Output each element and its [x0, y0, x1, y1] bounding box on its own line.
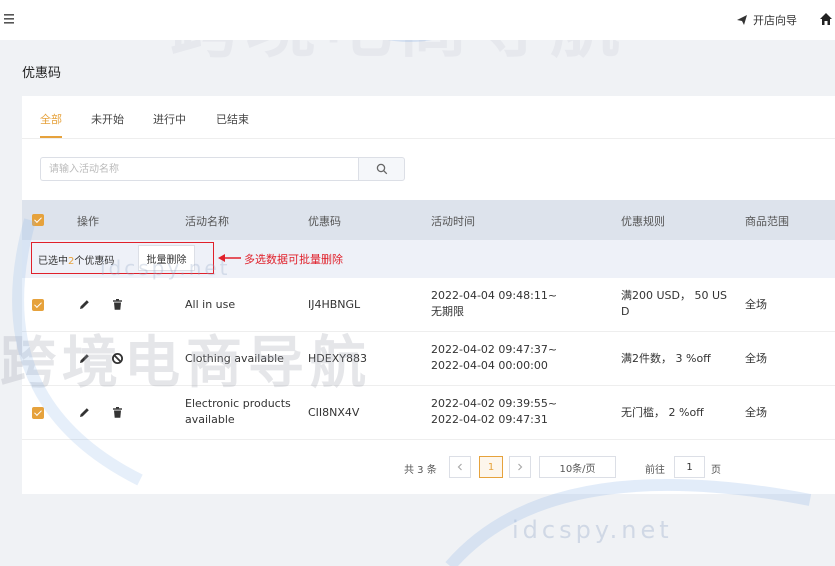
product-scope: 全场 [745, 406, 767, 419]
table-row: Clothing available HDEXY883 2022-04-02 0… [22, 332, 835, 386]
pagination-total: 共 3 条 [404, 465, 437, 476]
chevron-right-icon [518, 463, 523, 471]
tab-not-started[interactable]: 未开始 [91, 111, 124, 127]
coupon-code: HDEXY883 [308, 352, 367, 365]
search-input[interactable] [40, 157, 358, 181]
annotation-arrow-icon [218, 254, 241, 262]
table-row: All in use IJ4HBNGL 2022-04-04 09:48:11~… [22, 278, 835, 332]
coupon-card: 全部 未开始 进行中 已结束 操作 活动名称 优惠码 活动时间 优惠规则 商品范… [22, 96, 835, 494]
batch-delete-button[interactable]: 批量删除 [138, 245, 195, 271]
product-scope: 全场 [745, 352, 767, 365]
edit-icon[interactable] [78, 406, 91, 419]
active-tab-indicator [40, 136, 62, 138]
tab-all[interactable]: 全部 [40, 111, 62, 127]
activity-name: All in use [185, 298, 236, 311]
home-icon[interactable] [819, 12, 833, 26]
delete-icon[interactable] [111, 406, 124, 419]
product-scope: 全场 [745, 298, 767, 311]
tab-in-progress[interactable]: 进行中 [153, 111, 186, 127]
jump-prefix: 前往 [645, 465, 665, 476]
edit-icon[interactable] [78, 298, 91, 311]
annotation-text: 多选数据可批量删除 [244, 253, 343, 266]
table-header: 操作 活动名称 优惠码 活动时间 优惠规则 商品范围 [22, 200, 835, 240]
delete-icon[interactable] [111, 298, 124, 311]
activity-time: 2022-04-02 09:47:37~ 2022-04-04 00:00:00 [431, 343, 558, 372]
activity-name: Clothing available [185, 352, 284, 365]
selected-count-text: 已选中2个优惠码 [38, 256, 115, 267]
prev-page-button[interactable] [449, 456, 471, 478]
header-product-scope: 商品范围 [745, 215, 789, 228]
header-activity-time: 活动时间 [431, 215, 475, 228]
header-actions: 操作 [77, 215, 99, 228]
row-checkbox[interactable] [32, 407, 44, 419]
page-size-select[interactable]: 10条/页 [539, 456, 616, 478]
coupon-code: IJ4HBNGL [308, 298, 361, 311]
shop-guide-label: 开店向导 [753, 14, 797, 27]
disable-icon[interactable] [111, 352, 124, 365]
jump-page-input[interactable] [674, 456, 705, 478]
menu-icon[interactable] [4, 13, 16, 25]
search-button[interactable] [358, 157, 405, 181]
select-all-checkbox[interactable] [32, 214, 44, 226]
top-bar: 开店向导 [0, 0, 835, 40]
edit-icon[interactable] [78, 352, 91, 365]
shop-guide-link[interactable]: 开店向导 [736, 12, 797, 28]
next-page-button[interactable] [509, 456, 531, 478]
chevron-left-icon [457, 463, 462, 471]
batch-action-bar: 已选中2个优惠码 批量删除 多选数据可批量删除 [22, 240, 835, 278]
header-activity-name: 活动名称 [185, 215, 229, 228]
activity-name: Electronic products available [185, 397, 291, 426]
activity-time: 2022-04-04 09:48:11~ 无期限 [431, 289, 558, 318]
page-title: 优惠码 [22, 66, 62, 81]
discount-rule: 无门槛， 2 %off [621, 406, 704, 419]
watermark-site-bottom: idcspy.net [512, 516, 673, 544]
search-icon [376, 163, 387, 175]
row-checkbox[interactable] [32, 299, 44, 311]
status-tabs: 全部 未开始 进行中 已结束 [22, 96, 835, 139]
send-icon [737, 15, 747, 25]
activity-time: 2022-04-02 09:39:55~ 2022-04-02 09:47:31 [431, 397, 558, 426]
page-number-current[interactable]: 1 [479, 456, 503, 478]
header-discount-rule: 优惠规则 [621, 215, 665, 228]
discount-rule: 满2件数， 3 %off [621, 352, 711, 365]
table-row: Electronic products available CII8NX4V 20… [22, 386, 835, 440]
header-coupon-code: 优惠码 [308, 215, 341, 228]
tab-ended[interactable]: 已结束 [216, 111, 249, 127]
discount-rule: 满200 USD， 50 US D [621, 289, 728, 318]
coupon-code: CII8NX4V [308, 406, 360, 419]
jump-suffix: 页 [711, 465, 721, 476]
